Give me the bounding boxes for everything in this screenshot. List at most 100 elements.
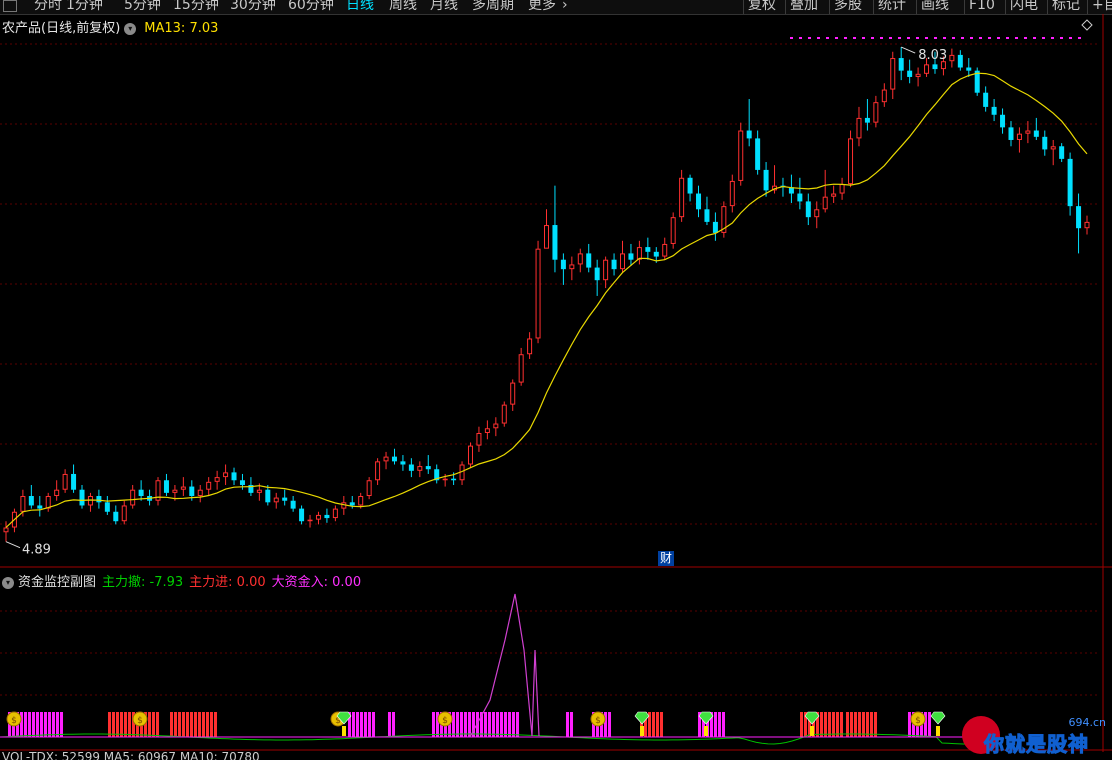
- toolbar-right-5[interactable]: F10: [969, 0, 995, 13]
- candle-body: [560, 259, 566, 270]
- flow-bar: [480, 712, 483, 737]
- toolbar-right-3[interactable]: 统计: [878, 0, 906, 13]
- flow-bar: [52, 712, 55, 737]
- candle-body: [746, 130, 752, 139]
- ma13-line: [5, 72, 1088, 528]
- flow-bar: [496, 712, 499, 737]
- candle-body: [189, 486, 195, 497]
- money-bag-icon: [6, 711, 22, 727]
- indicator-name: 资金监控副图: [18, 575, 97, 590]
- signal-dot: [1060, 37, 1063, 39]
- security-title: 农产品(日线,前复权): [2, 21, 121, 36]
- candle-body: [138, 489, 144, 497]
- candle-body: [518, 354, 524, 383]
- candle-body: [408, 464, 414, 471]
- toolbar-left-2[interactable]: 5分钟: [124, 0, 161, 13]
- toolbar-left-6[interactable]: 日线: [346, 0, 374, 13]
- candle-body: [603, 259, 609, 281]
- flow-bar: [16, 712, 19, 737]
- flow-bar: [388, 712, 391, 737]
- flow-bar: [24, 712, 27, 737]
- flow-bar: [56, 712, 59, 737]
- flow-bar: [800, 712, 803, 737]
- flow-bar: [722, 712, 725, 737]
- candle-body: [577, 253, 583, 265]
- toolbar-right-4[interactable]: 画线: [921, 0, 949, 13]
- chevron-right-icon[interactable]: ›: [562, 0, 568, 13]
- menu-icon[interactable]: [3, 0, 17, 12]
- toolbar-left-8[interactable]: 月线: [430, 0, 458, 13]
- candle-body: [366, 480, 372, 497]
- ma13-label: MA13: 7.03: [144, 21, 219, 36]
- toolbar-left-4[interactable]: 30分钟: [230, 0, 276, 13]
- toolbar-right-1[interactable]: 叠加: [790, 0, 818, 13]
- flow-bar: [836, 712, 839, 737]
- watermark-logo: 694.cn 你就是股神: [962, 714, 1112, 760]
- toolbar-right-0[interactable]: 复权: [748, 0, 776, 13]
- candle-body: [1050, 146, 1056, 150]
- volume-indicator-strip: VOL-TDX: 52599 MA5: 60967 MA10: 70780: [0, 752, 800, 760]
- candle-body: [1076, 206, 1082, 229]
- candle-body: [20, 496, 26, 512]
- finance-event-badge[interactable]: 财: [658, 551, 675, 566]
- flow-bar: [456, 712, 459, 737]
- toolbar-left-10[interactable]: 更多: [528, 0, 556, 13]
- chevron-down-icon[interactable]: ▾: [2, 576, 14, 589]
- flow-bar: [476, 712, 479, 737]
- candle-body: [79, 489, 85, 506]
- candle-body: [763, 169, 769, 191]
- signal-dot: [844, 37, 847, 39]
- toolbar-left-0[interactable]: 分时: [34, 0, 62, 13]
- candle-body: [1000, 114, 1006, 128]
- big-money-label: 大资金入: 0.00: [271, 575, 362, 590]
- candle-body: [391, 456, 397, 462]
- toolbar-right-8[interactable]: +自: [1092, 0, 1112, 13]
- candle-body: [501, 404, 507, 424]
- flow-bar: [648, 712, 651, 737]
- flow-bar: [116, 712, 119, 737]
- flow-bar: [392, 712, 395, 737]
- flow-bar: [440, 712, 443, 737]
- money-bag-icon: [132, 711, 148, 727]
- price-chart[interactable]: 8.03 4.89 $ $ $ $ $ $: [0, 0, 1112, 760]
- flow-bar: [194, 712, 197, 737]
- candle-body: [1084, 221, 1090, 229]
- flow-bar: [352, 712, 355, 737]
- flow-bar: [444, 712, 447, 737]
- flow-bar: [356, 712, 359, 737]
- toolbar-left-3[interactable]: 15分钟: [173, 0, 219, 13]
- toolbar-left-5[interactable]: 60分钟: [288, 0, 334, 13]
- candle-body: [1008, 127, 1014, 140]
- toolbar-left-1[interactable]: 1分钟: [66, 0, 103, 13]
- flow-bar: [924, 712, 927, 737]
- flow-bar: [12, 712, 15, 737]
- toolbar-right-2[interactable]: 多股: [834, 0, 862, 13]
- chevron-down-icon[interactable]: ▾: [124, 22, 137, 35]
- signal-dot: [1069, 37, 1072, 39]
- toolbar-right-6[interactable]: 闪电: [1010, 0, 1038, 13]
- signal-dot: [934, 37, 937, 39]
- signal-dot: [799, 37, 802, 39]
- candle-body: [1025, 130, 1031, 134]
- signal-dot: [790, 37, 793, 39]
- candle-body: [87, 496, 93, 506]
- flow-bar: [840, 712, 843, 737]
- flow-bar: [850, 712, 853, 737]
- candle-body: [814, 209, 820, 218]
- candle-body: [662, 243, 668, 257]
- flow-bar: [862, 712, 865, 737]
- flow-bar: [460, 712, 463, 737]
- candle-body: [729, 180, 735, 207]
- signal-dot: [988, 37, 991, 39]
- toolbar-left-7[interactable]: 周线: [389, 0, 417, 13]
- flow-bar: [492, 712, 495, 737]
- signal-dot: [835, 37, 838, 39]
- toolbar-left-9[interactable]: 多周期: [472, 0, 514, 13]
- signal-dot: [1024, 37, 1027, 39]
- candle-body: [535, 248, 541, 339]
- flow-bar: [812, 712, 815, 737]
- candle-body: [924, 64, 930, 74]
- candle-body: [349, 502, 355, 506]
- flow-bar: [640, 712, 643, 737]
- toolbar-right-7[interactable]: 标记: [1052, 0, 1080, 13]
